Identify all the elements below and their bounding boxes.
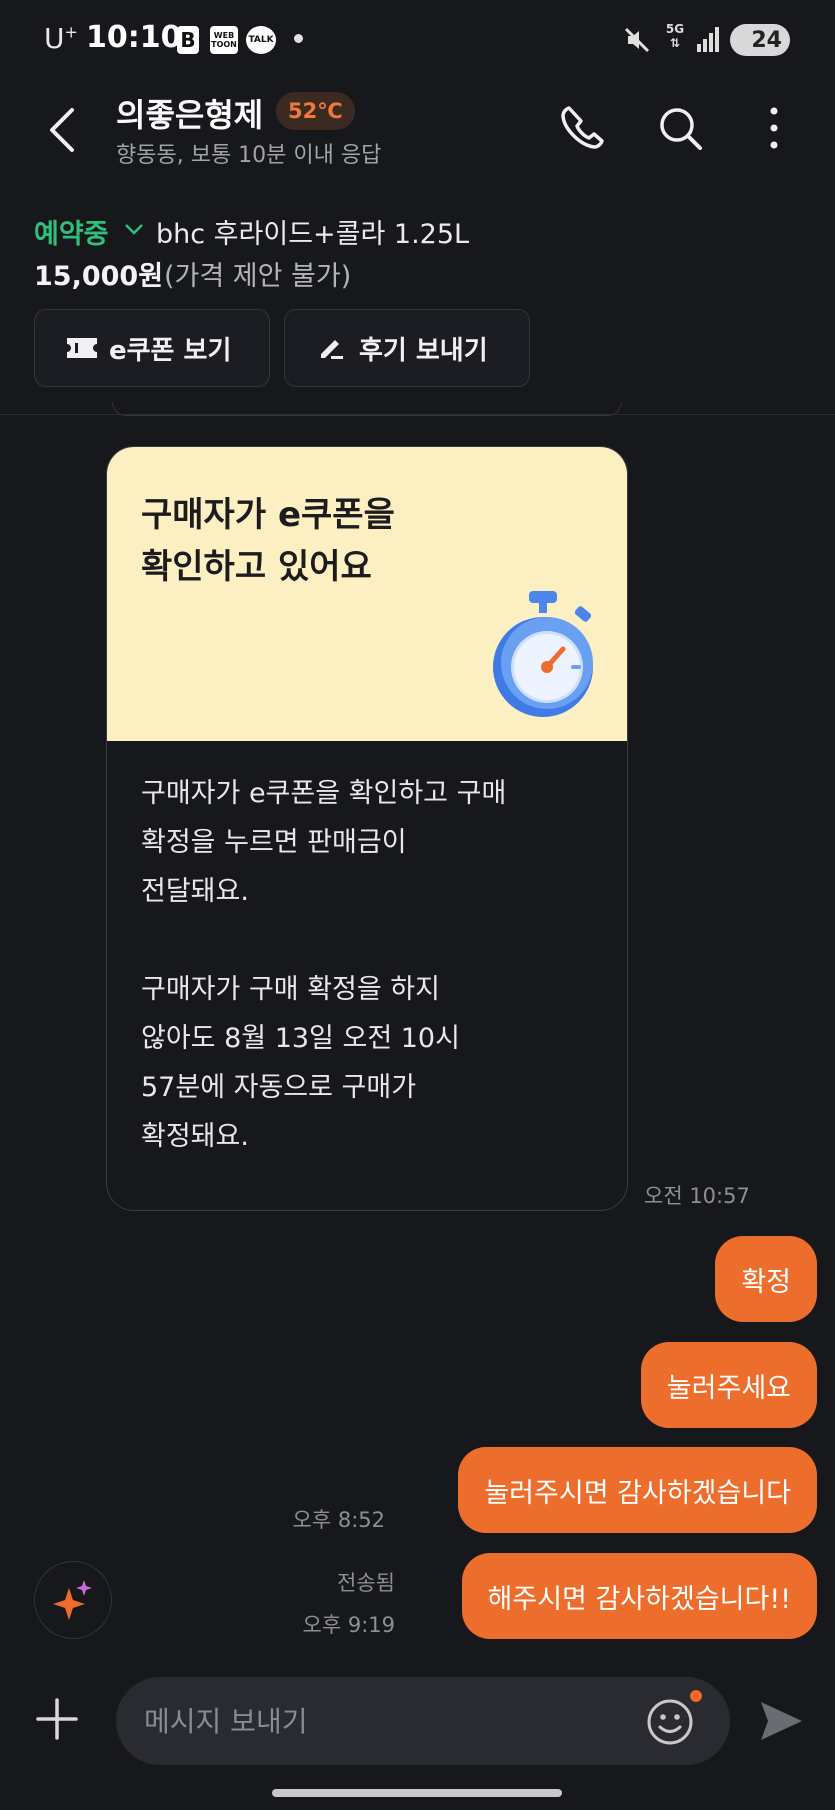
manner-temperature-badge[interactable]: 52℃ (276, 92, 355, 130)
card-banner: 구매자가 e쿠폰을 확인하고 있어요 (107, 447, 627, 741)
emoji-icon[interactable] (644, 1696, 696, 1748)
blind-app-icon: B (177, 26, 199, 54)
product-price: 15,000원 (34, 261, 164, 292)
clock: 10:10 (86, 20, 182, 55)
new-badge-dot (690, 1690, 702, 1702)
sent-status-label: 전송됨 (337, 1571, 395, 1595)
send-review-label: 후기 보내기 (359, 335, 488, 366)
previous-message-card-edge (112, 402, 622, 416)
more-options-button[interactable] (746, 100, 802, 156)
card-paragraph-1: 구매자가 e쿠폰을 확인하고 구매 확정을 누르면 판매금이 전달돼요. (141, 778, 507, 907)
chat-partner-name[interactable]: 의좋은형제 (116, 90, 263, 136)
phone-icon (561, 106, 604, 149)
sent-message-bubble[interactable]: 눌러주세요 (640, 1342, 817, 1428)
ecoupon-confirmation-card: 구매자가 e쿠폰을 확인하고 있어요 구매자가 e쿠폰을 확인하고 구매 확정을… (106, 446, 628, 1211)
webtoon-app-icon: WEB TOON (210, 26, 238, 54)
kakaotalk-app-icon: TALK (246, 26, 276, 54)
battery-icon: 24 (730, 24, 790, 56)
view-ecoupon-label: e쿠폰 보기 (109, 335, 232, 366)
message-timestamp: 오후 9:19 (302, 1613, 395, 1637)
sparkle-icon (53, 1580, 92, 1620)
card-title: 구매자가 e쿠폰을 확인하고 있어요 (141, 495, 395, 587)
back-arrow-icon[interactable] (40, 100, 90, 160)
send-review-button[interactable]: 후기 보내기 (284, 309, 530, 387)
send-icon[interactable] (756, 1696, 806, 1746)
product-name[interactable]: bhc 후라이드+콜라 1.25L (156, 212, 469, 251)
message-input-container[interactable] (116, 1677, 730, 1765)
view-ecoupon-button[interactable]: e쿠폰 보기 (34, 309, 270, 387)
message-input[interactable] (144, 1677, 624, 1765)
status-bar: U+ 10:10 B WEB TOON TALK 5G ⇅ 24 (0, 0, 835, 80)
sent-message-bubble[interactable]: 눌러주시면 감사하겠습니다 (458, 1447, 817, 1533)
ai-assist-button[interactable] (34, 1561, 112, 1639)
message-timestamp: 오후 8:52 (292, 1508, 385, 1532)
sent-message-bubble[interactable]: 확정 (715, 1236, 817, 1322)
plus-icon[interactable] (34, 1696, 80, 1742)
call-button[interactable] (554, 100, 610, 156)
home-indicator (272, 1789, 562, 1797)
search-button[interactable] (652, 100, 708, 156)
chevron-down-icon[interactable] (123, 218, 145, 240)
sent-message-bubble[interactable]: 해주시면 감사하겠습니다!! (461, 1553, 817, 1639)
ticket-icon (65, 335, 99, 361)
stopwatch-icon (493, 591, 593, 717)
card-paragraph-2: 구매자가 구매 확정을 하지 않아도 8월 13일 오전 10시 57분에 자동… (141, 974, 460, 1152)
mute-icon (624, 27, 650, 53)
pencil-icon (315, 335, 349, 361)
price-note: (가격 제안 불가) (164, 261, 352, 292)
carrier-label: U+ (44, 22, 78, 55)
reservation-status[interactable]: 예약중 (34, 212, 109, 251)
card-body: 구매자가 e쿠폰을 확인하고 구매 확정을 누르면 판매금이 전달돼요. 구매자… (141, 769, 601, 1161)
chat-partner-info: 향동동, 보통 10분 이내 응답 (116, 143, 382, 168)
search-icon (660, 108, 702, 150)
notification-dot-icon (294, 34, 303, 43)
message-timestamp: 오전 10:57 (644, 1184, 750, 1208)
more-vertical-icon (770, 107, 778, 149)
network-5g-icon: 5G ⇅ (665, 22, 685, 50)
signal-icon (697, 27, 719, 52)
